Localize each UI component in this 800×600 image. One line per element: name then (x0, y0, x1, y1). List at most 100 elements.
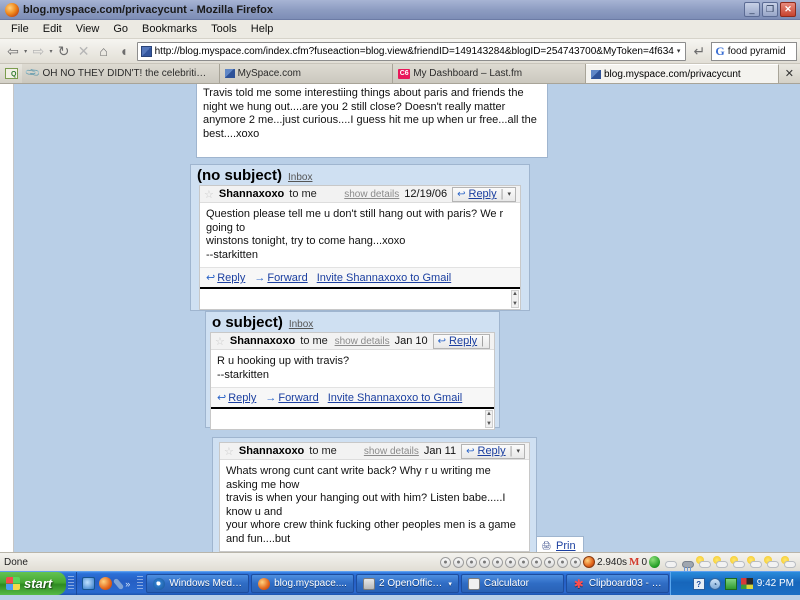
session-icon[interactable]: ● (505, 557, 516, 568)
session-icon[interactable]: ● (531, 557, 542, 568)
tab-label: OH NO THEY DIDN'T! the celebrities are d… (42, 68, 210, 79)
tab-blog-myspace-privacycunt[interactable]: blog.myspace.com/privacycunt (586, 64, 779, 83)
go-icon[interactable]: ↵ (689, 41, 709, 61)
scroll-down-icon[interactable]: ▼ (486, 421, 492, 427)
session-icon[interactable]: ● (466, 557, 477, 568)
menu-go[interactable]: Go (106, 21, 135, 37)
reply-compose-area[interactable]: ▲ ▼ (200, 287, 520, 309)
action-forward[interactable]: →Forward (254, 272, 307, 284)
menu-edit[interactable]: Edit (36, 21, 69, 37)
taskbar-button-calculator[interactable]: Calculator (461, 574, 564, 593)
session-icon[interactable]: ● (479, 557, 490, 568)
stop-icon[interactable]: ✕ (74, 41, 94, 61)
show-details-link[interactable]: show details (364, 446, 419, 457)
gmail-notifier-icon[interactable]: M (629, 556, 639, 568)
weather-cloud-icon[interactable] (662, 556, 677, 569)
close-button[interactable]: ✕ (780, 2, 796, 17)
show-details-link[interactable]: show details (344, 189, 399, 200)
taskbar-button-windows-media[interactable]: Windows Media... (146, 574, 249, 593)
session-icon[interactable]: ● (570, 557, 581, 568)
session-icon[interactable]: ● (518, 557, 529, 568)
start-button[interactable]: start (0, 572, 66, 595)
action-invite-to-gmail[interactable]: Invite Shannaxoxo to Gmail (328, 392, 463, 404)
weather-partly-sunny-icon[interactable] (730, 556, 745, 569)
network-icon[interactable] (725, 578, 737, 590)
weather-partly-sunny-icon[interactable] (781, 556, 796, 569)
menu-file[interactable]: File (4, 21, 36, 37)
internet-explorer-icon[interactable] (82, 577, 95, 590)
windows-flag-icon (6, 577, 20, 590)
taskbar-button-firefox[interactable]: blog.myspace.... (251, 574, 354, 593)
reply-dropdown-icon[interactable]: ▾ (507, 190, 511, 198)
weather-partly-sunny-icon[interactable] (713, 556, 728, 569)
google-icon[interactable]: G (715, 44, 724, 59)
tab-ohnotheydidnt[interactable]: 📎 OH NO THEY DIDN'T! the celebrities are… (22, 64, 220, 83)
session-icon[interactable]: ● (440, 557, 451, 568)
session-icon[interactable]: ● (544, 557, 555, 568)
compose-scrollbar[interactable]: ▲ ▼ (511, 290, 519, 308)
inbox-label[interactable]: Inbox (289, 319, 313, 330)
scroll-down-icon[interactable]: ▼ (512, 301, 518, 307)
star-icon[interactable]: ☆ (224, 445, 234, 458)
menu-bookmarks[interactable]: Bookmarks (135, 21, 204, 37)
weather-partly-sunny-icon[interactable] (696, 556, 711, 569)
status-online-icon[interactable] (649, 556, 660, 568)
search-input[interactable]: food pyramid (728, 46, 786, 57)
session-icon[interactable]: ● (557, 557, 568, 568)
action-reply[interactable]: ↩Reply (206, 271, 245, 284)
session-icon[interactable]: ● (492, 557, 503, 568)
taskbar-button-clipboard[interactable]: ✱ Clipboard03 - I... (566, 574, 669, 593)
show-details-link[interactable]: show details (335, 336, 390, 347)
weather-partly-sunny-icon[interactable] (764, 556, 779, 569)
side-menu-item-print[interactable]: 🖨 Prin (537, 539, 583, 552)
reply-dropdown-icon[interactable]: ▾ (516, 447, 520, 455)
maximize-button[interactable]: ❐ (762, 2, 778, 17)
firefox-icon[interactable] (99, 577, 112, 590)
address-bar[interactable]: http://blog.myspace.com/index.cfm?fuseac… (137, 42, 687, 61)
action-invite-to-gmail[interactable]: Invite Shannaxoxo to Gmail (317, 272, 452, 284)
forward-icon[interactable]: ⇨ (28, 41, 48, 61)
weather-rain-icon[interactable] (679, 556, 694, 569)
scroll-up-icon[interactable]: ▲ (512, 291, 518, 297)
quicklaunch-overflow-icon[interactable]: » (125, 579, 130, 589)
paperclip-icon[interactable] (113, 577, 125, 589)
reload-icon[interactable]: ↻ (54, 41, 74, 61)
search-box[interactable]: G food pyramid (711, 42, 797, 61)
star-icon[interactable]: ☆ (204, 188, 214, 201)
message-date: 12/19/06 (404, 188, 447, 200)
menu-view[interactable]: View (69, 21, 107, 37)
menu-help[interactable]: Help (244, 21, 281, 37)
taskbar-grip[interactable] (137, 576, 143, 591)
back-icon[interactable]: ⇦ (3, 41, 23, 61)
star-icon[interactable]: ☆ (215, 335, 225, 348)
reply-button[interactable]: ↩ Reply | (433, 334, 490, 349)
compose-scrollbar[interactable]: ▲ ▼ (485, 410, 493, 428)
system-clock[interactable]: 9:42 PM (757, 578, 794, 589)
scroll-up-icon[interactable]: ▲ (486, 411, 492, 417)
shield-icon[interactable]: ◔ (709, 578, 721, 590)
tab-close-icon[interactable]: ✕ (779, 64, 800, 83)
help-icon[interactable]: ? (693, 578, 705, 590)
taskbar-grip[interactable] (68, 576, 74, 591)
tab-list-icon[interactable] (0, 64, 22, 83)
reply-compose-area[interactable]: ▲ ▼ (211, 407, 494, 429)
minimize-button[interactable]: _ (744, 2, 760, 17)
reply-button[interactable]: ↩ Reply | ▾ (452, 187, 516, 202)
action-reply[interactable]: ↩Reply (217, 391, 256, 404)
weather-partly-sunny-icon[interactable] (747, 556, 762, 569)
inbox-label[interactable]: Inbox (288, 172, 312, 183)
reply-button[interactable]: ↩ Reply | ▾ (461, 444, 525, 459)
home-icon[interactable]: ⌂ (94, 41, 114, 61)
taskbar-button-openoffice[interactable]: 2 OpenOffice... ▾ (356, 574, 459, 593)
tab-myspace-com[interactable]: MySpace.com (220, 64, 394, 83)
url-dropdown-icon[interactable]: ▾ (674, 47, 684, 55)
action-forward[interactable]: →Forward (265, 392, 318, 404)
taskbar-button-label: Clipboard03 - I... (589, 578, 662, 589)
session-icon[interactable]: ● (453, 557, 464, 568)
menu-tools[interactable]: Tools (204, 21, 244, 37)
taskbar-group-caret-icon[interactable]: ▾ (448, 580, 452, 588)
bookmark-icon[interactable]: ◖ (114, 41, 134, 61)
tab-lastfm-dashboard[interactable]: C6 My Dashboard – Last.fm (393, 64, 586, 83)
app-tray-icon[interactable] (741, 578, 753, 590)
message-inner: ☆ Shannaxoxo to me show details Jan 10 ↩… (210, 332, 495, 430)
